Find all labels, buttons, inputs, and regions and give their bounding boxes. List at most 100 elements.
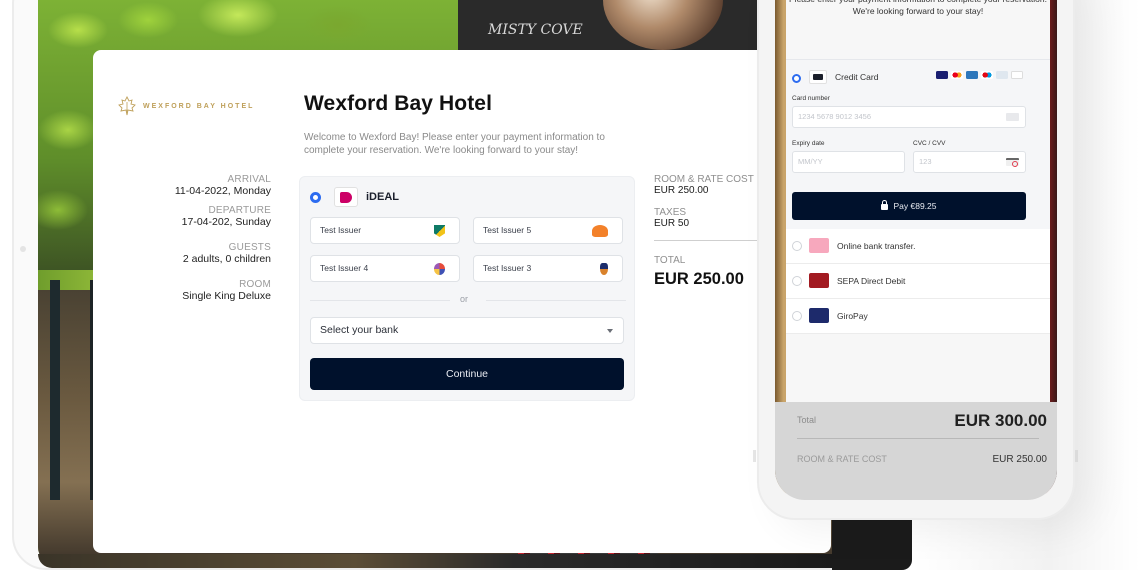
- card-number-label: Card number: [792, 95, 830, 102]
- arrival-value: 11-04-2022, Monday: [174, 185, 271, 197]
- issuer-button[interactable]: Test Issuer 4: [310, 255, 460, 282]
- taxes-label: TAXES: [654, 207, 687, 218]
- expiry-label: Expiry date: [792, 140, 825, 147]
- bank-select[interactable]: Select your bank: [310, 317, 624, 344]
- total-label: TOTAL: [654, 255, 686, 266]
- method-radio[interactable]: [792, 311, 802, 321]
- lock-icon: [881, 200, 889, 210]
- visa-icon: [936, 71, 948, 79]
- cvc-placeholder: 123: [919, 157, 932, 166]
- room-label: ROOM: [239, 279, 271, 290]
- divider-right: [486, 300, 626, 301]
- method-label: SEPA Direct Debit: [837, 276, 906, 286]
- giropay-logo-icon: [809, 308, 829, 323]
- guests-label: GUESTS: [228, 242, 271, 253]
- payment-method-option[interactable]: GiroPay: [786, 299, 1050, 334]
- mobile-total-bar: Total EUR 300.00 ROOM & RATE COST EUR 25…: [775, 402, 1057, 500]
- taxes-value: EUR 50: [654, 218, 690, 229]
- departure-value: 17-04-202, Sunday: [181, 216, 271, 228]
- card-brands: [936, 71, 1023, 79]
- arrival-label: ARRIVAL: [227, 174, 271, 185]
- mobile-room-rate-label: ROOM & RATE COST: [797, 454, 887, 464]
- intro-text: Welcome to Wexford Bay! Please enter you…: [304, 132, 605, 156]
- bank-select-placeholder: Select your bank: [320, 324, 399, 336]
- method-radio[interactable]: [792, 241, 802, 251]
- card-icon: [1006, 113, 1019, 121]
- issuer-label: Test Issuer 4: [320, 263, 369, 273]
- credit-card-icon: [809, 70, 827, 84]
- issuer-label: Test Issuer 5: [483, 225, 532, 235]
- credit-card-radio[interactable]: [792, 74, 801, 83]
- payment-method-option[interactable]: SEPA Direct Debit: [786, 264, 1050, 299]
- figure-icon: [600, 263, 608, 275]
- wheel-icon: [434, 263, 445, 275]
- room-value: Single King Deluxe: [182, 290, 271, 302]
- issuer-button[interactable]: Test Issuer: [310, 217, 460, 244]
- cvc-card-icon: [1006, 158, 1019, 167]
- sepa-logo-icon: [809, 273, 829, 288]
- mobile-total-label: Total: [797, 415, 817, 425]
- ing-lion-icon: [592, 225, 608, 237]
- mobile-total-divider: [797, 438, 1039, 439]
- ideal-radio[interactable]: [310, 192, 321, 203]
- maple-leaf-icon: [118, 96, 136, 116]
- maestro-icon: [981, 71, 993, 79]
- discover-icon: [1011, 71, 1023, 79]
- chevron-down-icon: [607, 329, 613, 333]
- card-number-placeholder: 1234 5678 9012 3456: [798, 112, 871, 121]
- issuer-button[interactable]: Test Issuer 3: [473, 255, 623, 282]
- departure-label: DEPARTURE: [208, 205, 271, 216]
- hotel-brand-name: WEXFORD BAY HOTEL: [143, 102, 255, 110]
- booking-details: ARRIVAL 11-04-2022, Monday DEPARTURE 17-…: [133, 174, 271, 310]
- expiry-placeholder: MM/YY: [798, 157, 823, 166]
- phone-side-button: [753, 450, 756, 462]
- tablet-camera-dot: [20, 246, 26, 252]
- amex-icon: [966, 71, 978, 79]
- cartes-bancaires-icon: [996, 71, 1008, 79]
- payment-method-option[interactable]: Online bank transfer.: [786, 229, 1050, 264]
- ideal-payment-panel: iDEAL Test Issuer Test Issuer 5 Test Iss…: [299, 176, 635, 401]
- issuer-label: Test Issuer: [320, 225, 362, 235]
- abn-amro-icon: [434, 225, 445, 237]
- ideal-label: iDEAL: [366, 191, 399, 203]
- room-rate-label: ROOM & RATE COST: [654, 174, 754, 185]
- page-title: Wexford Bay Hotel: [304, 92, 493, 115]
- method-radio[interactable]: [792, 276, 802, 286]
- mobile-checkout: Please enter your payment information to…: [775, 0, 1057, 500]
- sofort-logo-icon: [809, 238, 829, 253]
- issuer-label: Test Issuer 3: [483, 263, 532, 273]
- credit-card-label: Credit Card: [835, 72, 879, 82]
- mobile-room-rate-value: EUR 250.00: [992, 454, 1047, 465]
- method-label: Online bank transfer.: [837, 241, 916, 251]
- credit-card-form: Credit Card Card number 1234 5678 9012 3…: [786, 59, 1050, 229]
- background-sign-text: MISTY COVE: [488, 22, 583, 38]
- background-chair: [50, 280, 98, 500]
- cvc-input[interactable]: 123: [913, 151, 1026, 173]
- room-rate-value: EUR 250.00: [654, 185, 709, 196]
- mobile-intro-text: Please enter your payment information to…: [789, 0, 1047, 16]
- checkout-card: WEXFORD BAY HOTEL ARRIVAL 11-04-2022, Mo…: [93, 50, 831, 553]
- continue-button[interactable]: Continue: [310, 358, 624, 390]
- or-separator: or: [460, 294, 469, 304]
- total-value: EUR 250.00: [654, 270, 744, 288]
- price-summary: ROOM & RATE COST EUR 250.00 TAXES EUR 50…: [654, 174, 764, 289]
- divider-left: [310, 300, 450, 301]
- issuer-button[interactable]: Test Issuer 5: [473, 217, 623, 244]
- mastercard-icon: [951, 71, 963, 79]
- method-label: GiroPay: [837, 311, 868, 321]
- ideal-logo-icon: [334, 187, 358, 207]
- phone-side-button: [1075, 450, 1078, 462]
- phone-frame: Please enter your payment information to…: [757, 0, 1075, 520]
- tablet-bottom-strip: [38, 554, 832, 568]
- marketing-stage: MISTY COVE WEXFORD BAY HOTEL ARRIVAL 11-…: [0, 0, 1140, 570]
- summary-divider: [654, 240, 762, 241]
- pay-button[interactable]: Pay €89.25: [792, 192, 1026, 220]
- cvc-label: CVC / CVV: [913, 140, 946, 147]
- guests-value: 2 adults, 0 children: [182, 253, 271, 265]
- phone-screen: Please enter your payment information to…: [775, 0, 1057, 500]
- expiry-input[interactable]: MM/YY: [792, 151, 905, 173]
- hotel-logo: WEXFORD BAY HOTEL: [117, 96, 254, 116]
- mobile-total-value: EUR 300.00: [954, 411, 1047, 430]
- card-number-input[interactable]: 1234 5678 9012 3456: [792, 106, 1026, 128]
- pay-button-label: Pay €89.25: [893, 201, 937, 211]
